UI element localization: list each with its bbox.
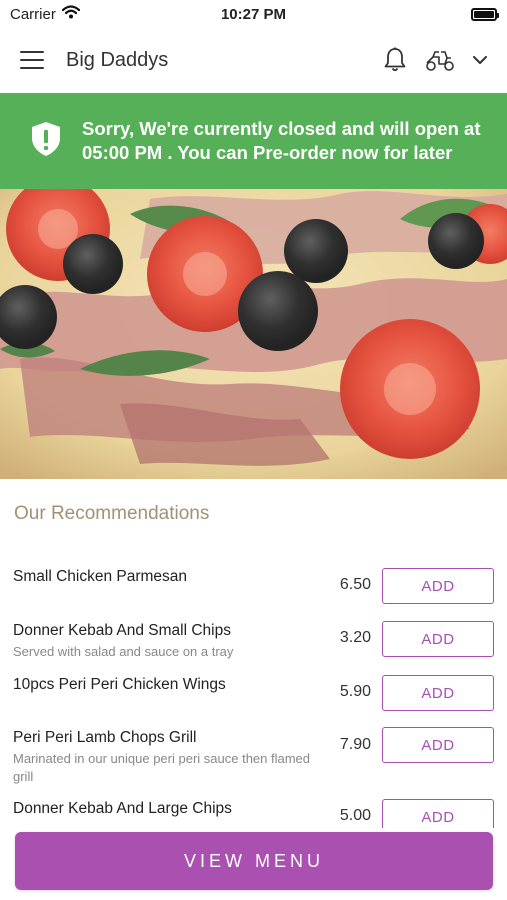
shield-exclamation-icon: [30, 121, 62, 162]
header-actions: [383, 47, 487, 73]
closed-message: Sorry, We're currently closed and will o…: [82, 118, 481, 163]
pizza-illustration: [0, 189, 507, 479]
item-description: Marinated in our unique peri peri sauce …: [13, 751, 311, 784]
wifi-icon: [61, 5, 80, 23]
menu-icon[interactable]: [20, 51, 44, 69]
bell-icon[interactable]: [383, 47, 407, 73]
list-item: Small Chicken Parmesan 6.50 ADD: [0, 558, 507, 612]
battery-icon: [471, 7, 499, 21]
item-name: Small Chicken Parmesan: [13, 568, 188, 585]
item-price: 7.90: [339, 736, 371, 753]
closed-banner: Sorry, We're currently closed and will o…: [0, 93, 507, 189]
status-bar: Carrier 10:27 PM: [0, 0, 507, 28]
chevron-down-icon[interactable]: [473, 55, 487, 65]
add-button[interactable]: ADD: [382, 675, 494, 711]
add-button[interactable]: ADD: [382, 621, 494, 657]
item-description: Served with salad and sauce on a tray: [13, 644, 234, 659]
add-button[interactable]: ADD: [382, 568, 494, 604]
hero-pizza-image: [0, 189, 507, 479]
item-name: 10pcs Peri Peri Chicken Wings: [13, 676, 226, 693]
item-name: Peri Peri Lamb Chops Grill: [13, 729, 197, 746]
list-item: Donner Kebab And Small Chips Served with…: [0, 612, 507, 666]
add-button[interactable]: ADD: [382, 727, 494, 763]
list-item: 10pcs Peri Peri Chicken Wings 5.90 ADD: [0, 666, 507, 718]
view-menu-button[interactable]: VIEW MENU: [15, 832, 493, 890]
list-item: Peri Peri Lamb Chops Grill Marinated in …: [0, 718, 507, 790]
recommendations-title: Our Recommendations: [14, 503, 210, 524]
item-price: 5.90: [339, 683, 371, 700]
item-price: 6.50: [339, 576, 371, 593]
restaurant-title: Big Daddys: [66, 48, 169, 71]
scooter-icon[interactable]: [425, 48, 455, 72]
app-header: Big Daddys: [0, 28, 507, 92]
item-name: Donner Kebab And Large Chips: [13, 800, 232, 817]
carrier-label: Carrier: [10, 5, 56, 23]
item-name: Donner Kebab And Small Chips: [13, 622, 231, 639]
add-button[interactable]: ADD: [382, 799, 494, 828]
item-price: 3.20: [339, 629, 371, 646]
status-left: Carrier: [10, 5, 80, 23]
list-item: Donner Kebab And Large Chips 5.00 ADD: [0, 790, 507, 828]
recommendations-list: Small Chicken Parmesan 6.50 ADD Donner K…: [0, 558, 507, 828]
item-price: 5.00: [339, 807, 371, 824]
